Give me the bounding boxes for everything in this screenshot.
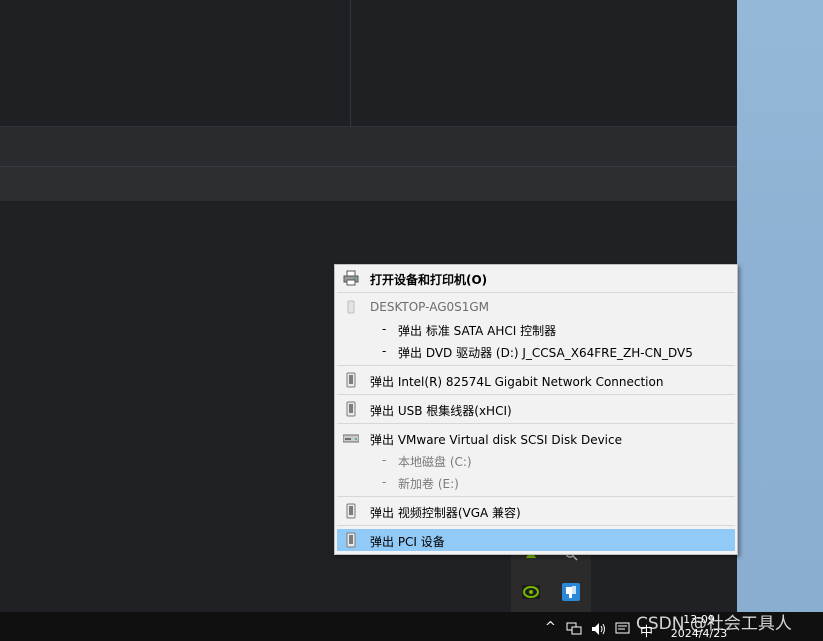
menu-separator — [337, 365, 735, 366]
submenu-item-disk-c: - 本地磁盘 (C:) — [382, 450, 722, 470]
dash-marker: - — [382, 453, 387, 467]
submenu-item-disk-e: - 新加卷 (E:) — [382, 472, 722, 492]
submenu-label: 弹出 DVD 驱动器 (D:) J_CCSA_X64FRE_ZH-CN_DV5 — [398, 346, 693, 360]
menu-item-label: 弹出 PCI 设备 — [370, 535, 445, 549]
desktop-background — [737, 0, 823, 612]
menu-separator — [337, 525, 735, 526]
submenu-label: 弹出 标准 SATA AHCI 控制器 — [398, 324, 557, 338]
top-pane — [0, 0, 737, 126]
dash-marker: - — [382, 322, 387, 336]
menu-separator — [337, 394, 735, 395]
network-icon[interactable] — [566, 622, 582, 640]
hard-disk-icon — [342, 430, 360, 446]
eject-hardware-icon[interactable] — [561, 582, 581, 602]
menu-item-label: 弹出 VMware Virtual disk SCSI Disk Device — [370, 433, 623, 447]
usb-device-icon — [343, 532, 359, 548]
usb-device-icon — [343, 503, 359, 519]
submenu-item-sata[interactable]: - 弹出 标准 SATA AHCI 控制器 — [382, 319, 722, 339]
menu-item-usb-hub[interactable]: 弹出 USB 根集线器(xHCI) — [337, 398, 735, 420]
watermark: CSDN @社会工具人 — [636, 614, 792, 634]
menu-item-open-devices[interactable]: 打开设备和打印机(O) — [337, 267, 735, 289]
usb-device-icon — [343, 372, 359, 388]
menu-item-label: 弹出 Intel(R) 82574L Gigabit Network Conne… — [370, 375, 664, 389]
submenu-label: 本地磁盘 (C:) — [398, 455, 472, 469]
toolbar-band — [0, 126, 737, 167]
usb-device-icon — [343, 401, 359, 417]
menu-item-video-controller[interactable]: 弹出 视频控制器(VGA 兼容) — [337, 500, 735, 522]
chevron-up-icon[interactable]: ^ — [545, 620, 556, 635]
menu-item-label: 打开设备和打印机(O) — [370, 273, 488, 287]
volume-icon[interactable] — [591, 622, 607, 640]
menu-item-label: 弹出 USB 根集线器(xHCI) — [370, 404, 512, 418]
menu-item-vmware-disk[interactable]: 弹出 VMware Virtual disk SCSI Disk Device — [337, 427, 735, 449]
usb-device-icon — [343, 299, 359, 315]
menu-item-label: 弹出 视频控制器(VGA 兼容) — [370, 506, 521, 520]
nvidia-icon[interactable] — [521, 582, 541, 602]
menu-item-network[interactable]: 弹出 Intel(R) 82574L Gigabit Network Conne… — [337, 369, 735, 391]
computer-name-label: DESKTOP-AG0S1GM — [370, 300, 490, 314]
menu-separator — [337, 423, 735, 424]
printer-icon — [343, 270, 359, 286]
menu-separator — [337, 292, 735, 293]
dash-marker: - — [382, 475, 387, 489]
status-band — [0, 166, 737, 202]
submenu-item-dvd[interactable]: - 弹出 DVD 驱动器 (D:) J_CCSA_X64FRE_ZH-CN_DV… — [382, 341, 722, 361]
menu-item-pci[interactable]: 弹出 PCI 设备 — [337, 529, 735, 551]
menu-item-computer: DESKTOP-AG0S1GM — [337, 296, 735, 318]
submenu-label: 新加卷 (E:) — [398, 477, 459, 491]
eject-hardware-menu: 打开设备和打印机(O) DESKTOP-AG0S1GM - 弹出 标准 SATA… — [334, 264, 738, 555]
notification-icon[interactable] — [615, 622, 631, 640]
pane-divider[interactable] — [350, 0, 351, 126]
dash-marker: - — [382, 344, 387, 358]
menu-separator — [337, 496, 735, 497]
